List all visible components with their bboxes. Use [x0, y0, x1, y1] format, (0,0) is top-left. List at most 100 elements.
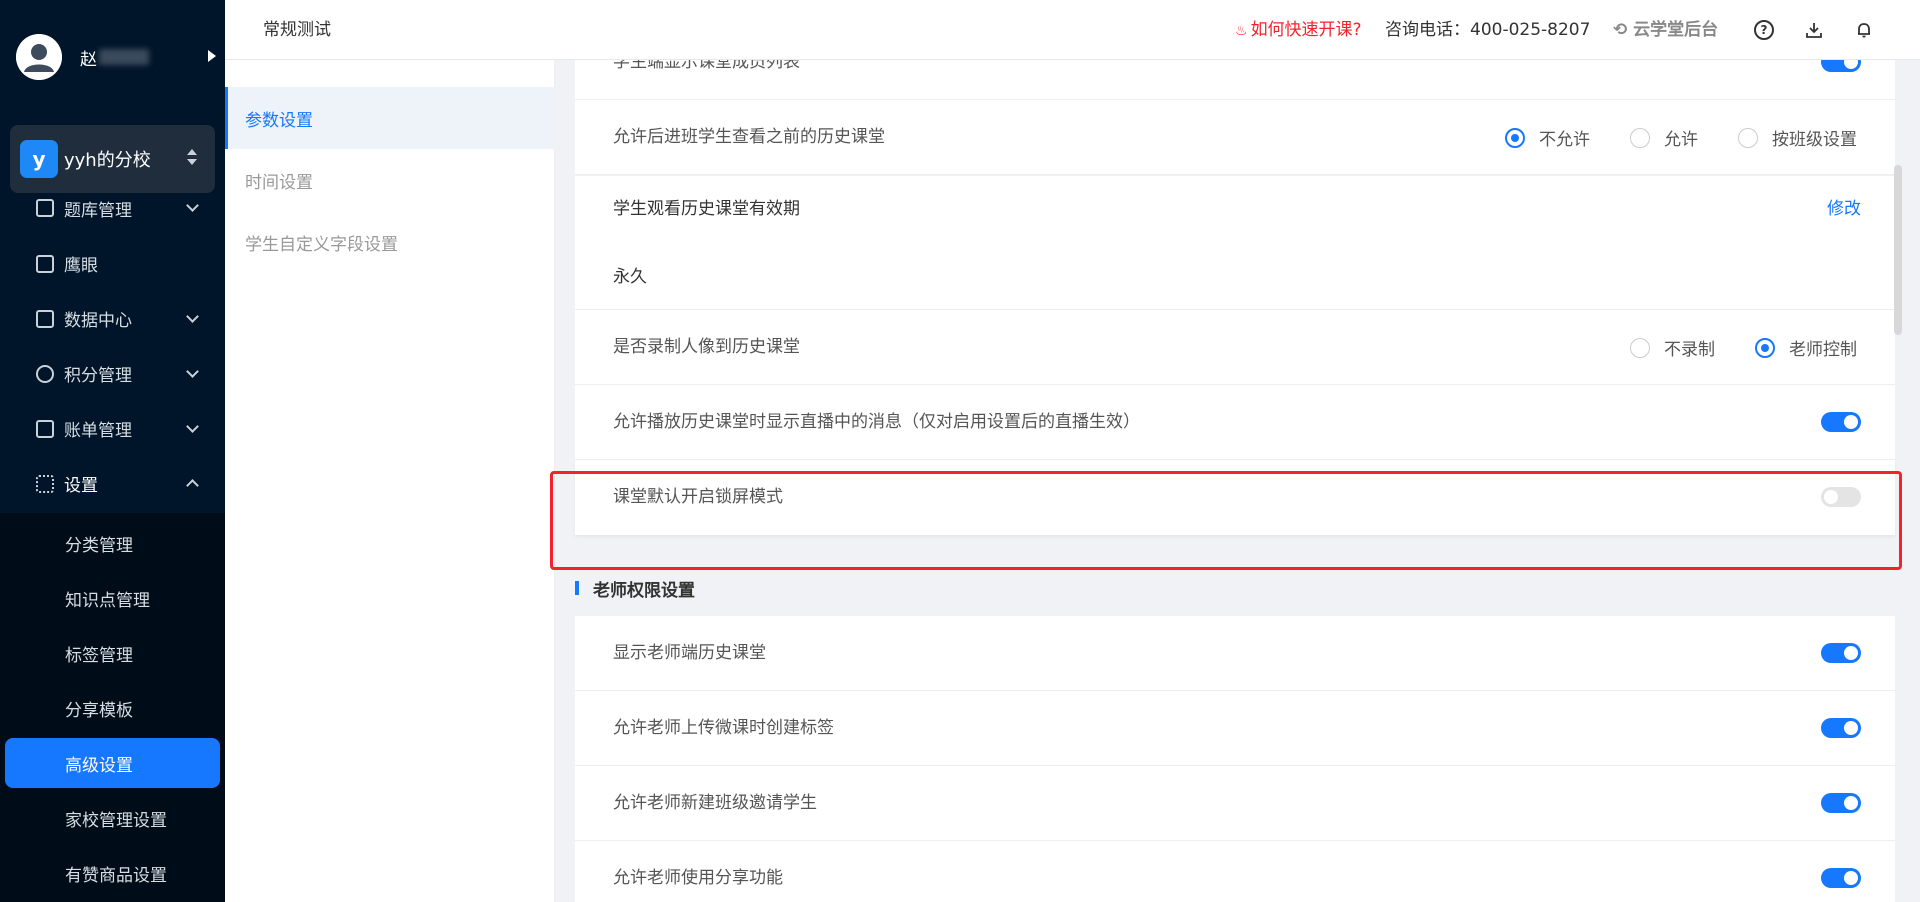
- setting-row-lock-screen: 课堂默认开启锁屏模式: [575, 460, 1895, 535]
- quick-start-label: 如何快速开课?: [1250, 20, 1362, 40]
- scrollbar[interactable]: [1894, 165, 1902, 335]
- nav-question-bank[interactable]: 题库管理: [0, 193, 225, 223]
- teacher-section-title: 老师权限设置: [575, 573, 695, 603]
- setting-row-record-portrait: 是否录制人像到历史课堂 不录制 老师控制: [575, 310, 1895, 385]
- radio-disallow[interactable]: 不允许: [1505, 125, 1590, 150]
- setting-label: 允许老师新建班级邀请学生: [613, 793, 817, 813]
- help-icon[interactable]: ?: [1754, 20, 1774, 40]
- sub-tags[interactable]: 标签管理: [0, 628, 225, 678]
- radio-no-record[interactable]: 不录制: [1630, 335, 1715, 360]
- grid-icon: [36, 474, 54, 493]
- live-msg-toggle[interactable]: [1821, 412, 1861, 432]
- sub-home-school[interactable]: 家校管理设置: [0, 793, 225, 843]
- setting-row-history-access: 允许后进班学生查看之前的历史课堂 不允许 允许 按班级设置: [575, 100, 1895, 175]
- avatar: [16, 34, 62, 80]
- sub-share-template[interactable]: 分享模板: [0, 683, 225, 733]
- nav-bills[interactable]: 账单管理: [0, 401, 225, 456]
- radio-dot: [1630, 337, 1650, 358]
- download-icon[interactable]: [1804, 20, 1824, 40]
- school-badge: y: [20, 140, 58, 178]
- teacher-history-toggle[interactable]: [1821, 643, 1861, 663]
- sub-category[interactable]: 分类管理: [0, 518, 225, 568]
- nav-settings[interactable]: 设置: [0, 456, 225, 511]
- chevron-down-icon: [186, 364, 199, 378]
- radio-dot: [1630, 127, 1650, 148]
- validity-edit-link[interactable]: 修改: [1827, 194, 1861, 219]
- star-icon: [36, 364, 54, 383]
- bill-icon: [36, 419, 54, 438]
- lock-screen-toggle[interactable]: [1821, 487, 1861, 507]
- radio-by-class[interactable]: 按班级设置: [1738, 125, 1857, 150]
- setting-row-teacher-invite: 允许老师新建班级邀请学生: [575, 766, 1895, 841]
- sub-advanced-settings[interactable]: 高级设置: [5, 738, 220, 788]
- chevron-up-icon: [186, 479, 199, 492]
- setting-label: 允许老师上传微课时创建标签: [613, 718, 834, 738]
- fire-icon: ♨: [1235, 23, 1248, 39]
- topbar: 常规测试 ♨ 如何快速开课? 咨询电话：400-025-8207 ⟲ 云学堂后台 …: [225, 0, 1920, 60]
- radio-label: 老师控制: [1789, 340, 1857, 360]
- nav-label: 题库管理: [64, 200, 132, 221]
- sub-knowledge[interactable]: 知识点管理: [0, 573, 225, 623]
- chevron-down-icon: [186, 309, 199, 323]
- setting-label: 允许后进班学生查看之前的历史课堂: [613, 127, 885, 147]
- nav-label: 设置: [64, 476, 98, 496]
- section-bar: [575, 581, 579, 595]
- radio-dot: [1505, 127, 1525, 148]
- user-name: 赵: [80, 49, 97, 70]
- member-list-toggle[interactable]: [1821, 60, 1861, 72]
- setting-row-validity: 学生观看历史课堂有效期 修改 永久: [575, 176, 1895, 310]
- nav-label: 账单管理: [64, 421, 132, 441]
- sort-icon: [187, 149, 197, 169]
- nav-label: 数据中心: [64, 311, 132, 331]
- setting-label: 允许老师使用分享功能: [613, 868, 783, 888]
- subnav-time[interactable]: 时间设置: [225, 149, 555, 211]
- nav-label: 积分管理: [64, 366, 132, 386]
- nav-label: 鹰眼: [64, 256, 98, 276]
- setting-row-teacher-tag: 允许老师上传微课时创建标签: [575, 691, 1895, 766]
- eye-icon: [36, 254, 54, 273]
- sub-youzan[interactable]: 有赞商品设置: [0, 848, 225, 898]
- nav-points[interactable]: 积分管理: [0, 346, 225, 401]
- sidebar: 赵 y yyh的分校 题库管理 鹰眼 数据中心 积分管理 账单管理 设置 分类管…: [0, 0, 225, 902]
- validity-value: 永久: [613, 267, 647, 287]
- chart-icon: [36, 309, 54, 328]
- radio-label: 按班级设置: [1772, 130, 1857, 150]
- breadcrumb: 常规测试: [263, 20, 331, 40]
- backend-label: 云学堂后台: [1633, 20, 1719, 40]
- radio-allow[interactable]: 允许: [1630, 125, 1698, 150]
- radio-label: 不录制: [1664, 340, 1715, 360]
- record-portrait-radio-group: 不录制 老师控制: [1590, 310, 1857, 385]
- setting-row-member-list: 学生端显示课堂成员列表: [575, 60, 1895, 100]
- phone-contact: 咨询电话：400-025-8207: [1385, 20, 1591, 40]
- nav-eagle-eye[interactable]: 鹰眼: [0, 236, 225, 291]
- validity-label: 学生观看历史课堂有效期: [613, 199, 800, 219]
- bell-icon[interactable]: [1854, 20, 1874, 40]
- school-name: yyh的分校: [64, 150, 151, 171]
- user-name-blur: [99, 49, 149, 65]
- radio-label: 不允许: [1539, 130, 1590, 150]
- teacher-share-toggle[interactable]: [1821, 868, 1861, 888]
- radio-teacher-control[interactable]: 老师控制: [1755, 335, 1857, 360]
- quick-start-link[interactable]: ♨ 如何快速开课?: [1235, 0, 1362, 60]
- setting-row-live-msg: 允许播放历史课堂时显示直播中的消息（仅对启用设置后的直播生效）: [575, 385, 1895, 460]
- radio-dot: [1738, 127, 1758, 148]
- teacher-invite-toggle[interactable]: [1821, 793, 1861, 813]
- setting-label: 显示老师端历史课堂: [613, 643, 766, 663]
- user-profile[interactable]: 赵: [16, 34, 216, 80]
- chevron-down-icon: [186, 199, 199, 212]
- subnav-params[interactable]: 参数设置: [225, 87, 555, 149]
- history-access-radio-group: 不允许 允许 按班级设置: [1465, 100, 1857, 175]
- teacher-tag-toggle[interactable]: [1821, 718, 1861, 738]
- settings-subnav: 参数设置 时间设置 学生自定义字段设置: [225, 60, 555, 902]
- setting-row-teacher-share: 允许老师使用分享功能: [575, 841, 1895, 902]
- backend-logo[interactable]: ⟲ 云学堂后台: [1613, 0, 1718, 60]
- nav-data-center[interactable]: 数据中心: [0, 291, 225, 346]
- school-switcher[interactable]: y yyh的分校: [10, 125, 215, 193]
- user-avatar-icon: [16, 34, 62, 80]
- caret-right-icon[interactable]: [208, 50, 216, 62]
- section-title-text: 老师权限设置: [593, 580, 695, 601]
- setting-label: 是否录制人像到历史课堂: [613, 337, 800, 357]
- setting-row-teacher-history: 显示老师端历史课堂: [575, 616, 1895, 691]
- subnav-custom-fields[interactable]: 学生自定义字段设置: [225, 211, 555, 273]
- setting-label: 允许播放历史课堂时显示直播中的消息（仅对启用设置后的直播生效）: [613, 412, 1140, 432]
